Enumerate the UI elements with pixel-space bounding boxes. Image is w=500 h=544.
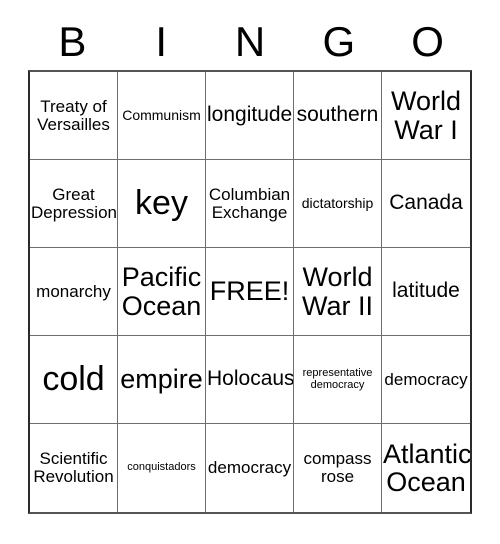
bingo-cell-label: empire [120,364,203,395]
bingo-cell-label: dictatorship [301,195,374,212]
bingo-cell-label: World War II [302,262,373,321]
bingo-cell[interactable]: monarchy [30,248,118,336]
bingo-header: B I N G O [28,14,472,70]
bingo-cell-label: democracy [207,458,292,478]
bingo-cell[interactable]: democracy [382,336,470,424]
bingo-cell[interactable]: Great Depression [30,160,118,248]
header-letter-n-text: N [234,18,266,65]
bingo-cell-label: Pacific Ocean [121,262,202,321]
header-letter-g: G [294,14,383,70]
bingo-cell-label: compass rose [303,449,372,486]
bingo-cell-label: Holocaust [207,367,294,391]
header-letter-g-text: G [322,18,356,65]
bingo-cell-label: World War I [390,86,462,145]
bingo-cell[interactable]: Canada [382,160,470,248]
bingo-cell[interactable]: empire [118,336,206,424]
bingo-cell-label: representative democracy [302,366,373,391]
bingo-cell[interactable]: Columbian Exchange [206,160,294,248]
bingo-cell[interactable]: cold [30,336,118,424]
bingo-cell-label: Columbian Exchange [208,184,291,222]
bingo-cell-label: Scientific Revolution [33,449,114,486]
header-letter-o: O [383,14,472,70]
bingo-cell-label: southern [296,103,379,127]
bingo-cell[interactable]: Communism [118,72,206,160]
bingo-grid: Treaty of Versailles Communism longitude so… [28,70,472,514]
bingo-cell-label: Canada [389,191,463,215]
header-letter-i: I [117,14,206,70]
bingo-cell-label: monarchy [36,281,111,301]
bingo-cell-label: Atlantic Ocean [383,438,470,497]
bingo-cell[interactable]: democracy [206,424,294,512]
bingo-cell-label: key [135,183,188,222]
bingo-cell[interactable]: southern [294,72,382,160]
bingo-cell-label: FREE! [209,276,290,307]
bingo-cell[interactable]: Pacific Ocean [118,248,206,336]
bingo-cell[interactable]: World War I [382,72,470,160]
bingo-cell[interactable]: representative democracy [294,336,382,424]
bingo-free-space[interactable]: FREE! [206,248,294,336]
header-letter-b: B [28,14,117,70]
bingo-cell-label: democracy [384,369,468,389]
bingo-cell-label: Communism [122,107,201,124]
bingo-cell[interactable]: Atlantic Ocean [382,424,470,512]
header-letter-i-text: I [155,18,168,65]
header-letter-n: N [206,14,295,70]
bingo-card: B I N G O Treaty of Versailles Communism l… [0,0,500,544]
bingo-cell[interactable]: longitude [206,72,294,160]
bingo-cell-label: Great Depression [31,184,117,222]
header-letter-o-text: O [411,18,444,65]
bingo-cell-label: latitude [392,279,460,303]
header-letter-b-text: B [58,18,87,65]
bingo-cell[interactable]: key [118,160,206,248]
bingo-cell[interactable]: latitude [382,248,470,336]
bingo-cell[interactable]: Scientific Revolution [30,424,118,512]
bingo-cell[interactable]: World War II [294,248,382,336]
bingo-cell-label: conquistadors [127,461,196,474]
bingo-cell[interactable]: compass rose [294,424,382,512]
bingo-cell-label: longitude [207,103,293,127]
bingo-cell[interactable]: Holocaust [206,336,294,424]
bingo-cell[interactable]: dictatorship [294,160,382,248]
bingo-cell[interactable]: conquistadors [118,424,206,512]
bingo-cell-label: cold [42,359,105,398]
bingo-cell-label: Treaty of Versailles [37,96,110,134]
bingo-cell[interactable]: Treaty of Versailles [30,72,118,160]
